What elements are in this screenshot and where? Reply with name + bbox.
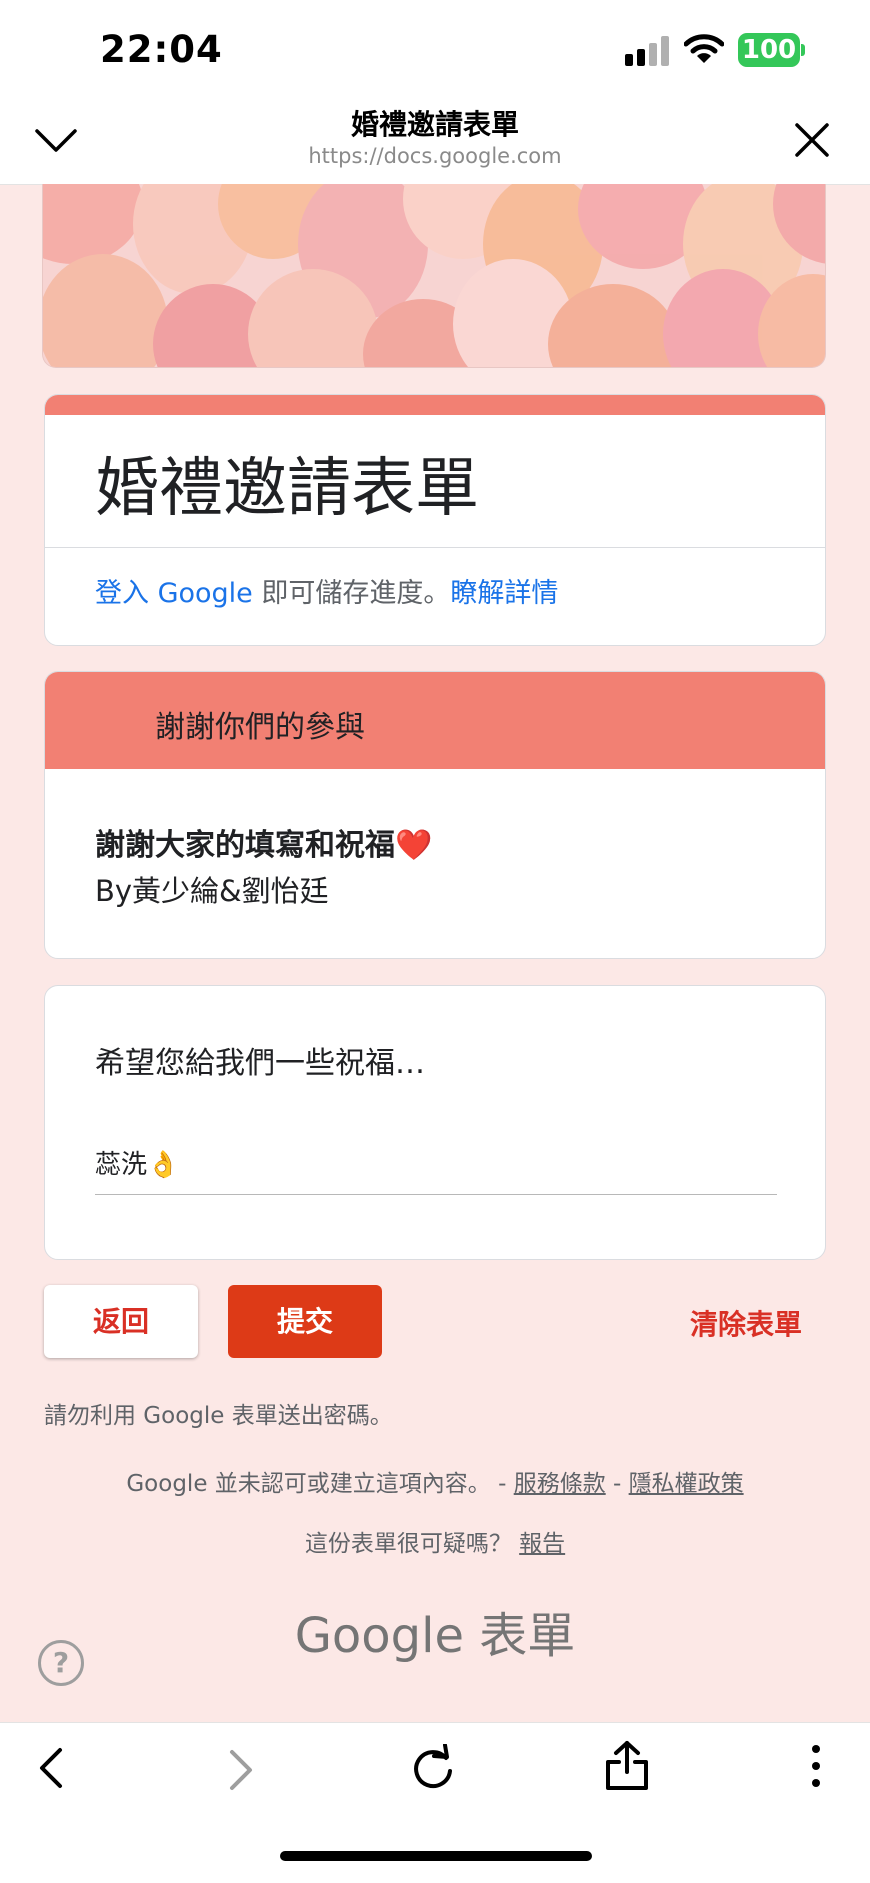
help-icon[interactable]: ? <box>38 1640 84 1686</box>
page-title: 婚禮邀請表單 <box>350 108 519 141</box>
status-time: 22:04 <box>100 28 223 71</box>
back-button[interactable]: 返回 <box>44 1285 198 1358</box>
forward-arrow-icon[interactable] <box>228 1748 256 1792</box>
battery-cap <box>801 44 805 56</box>
page-url: https://docs.google.com <box>308 144 562 168</box>
signin-text: 即可儲存進度。 <box>252 578 451 609</box>
section-description-line1: 謝謝大家的填寫和祝福❤️ <box>95 828 433 863</box>
signin-prompt: 登入 Google 即可儲存進度。瞭解詳情 <box>95 571 558 610</box>
question-label: 希望您給我們一些祝福… <box>95 1046 425 1081</box>
reload-icon[interactable] <box>410 1744 456 1790</box>
header-banner-image <box>42 184 826 368</box>
close-icon[interactable] <box>794 122 830 158</box>
title-accent-bar <box>45 395 825 415</box>
learn-more-link[interactable]: 瞭解詳情 <box>450 578 558 609</box>
submit-button[interactable]: 提交 <box>228 1285 382 1358</box>
home-indicator <box>280 1851 592 1861</box>
password-warning: 請勿利用 Google 表單送出密碼。 <box>44 1403 393 1429</box>
disclaimer-text: Google 並未認可或建立這項內容。 - <box>126 1471 514 1497</box>
clear-form-button[interactable]: 清除表單 <box>690 1303 802 1343</box>
terms-link[interactable]: 服務條款 <box>514 1471 606 1497</box>
privacy-link[interactable]: 隱私權政策 <box>629 1471 744 1497</box>
section-card: 謝謝你們的參與 謝謝大家的填寫和祝福❤️ By黃少綸&劉怡廷 <box>44 671 826 959</box>
google-forms-logo[interactable]: Google 表單 <box>0 1596 870 1666</box>
question-card: 希望您給我們一些祝福… 蕊洗👌 <box>44 985 826 1260</box>
share-icon[interactable] <box>604 1740 650 1792</box>
wifi-icon <box>684 34 724 63</box>
report-link[interactable]: 報告 <box>519 1531 565 1557</box>
back-arrow-icon[interactable] <box>36 1746 64 1790</box>
signal-icon <box>625 36 669 66</box>
divider <box>45 547 825 548</box>
section-title: 謝謝你們的參與 <box>155 710 365 745</box>
suspicious-text: 這份表單很可疑嗎？ <box>304 1531 520 1557</box>
answer-input[interactable]: 蕊洗👌 <box>95 1144 179 1181</box>
disclaimer: Google 並未認可或建立這項內容。 - 服務條款 - 隱私權政策 <box>0 1464 870 1498</box>
form-title: 婚禮邀請表單 <box>95 452 479 526</box>
section-description-line2: By黃少綸&劉怡廷 <box>95 874 329 908</box>
form-title-card: 婚禮邀請表單 登入 Google 即可儲存進度。瞭解詳情 <box>44 394 826 646</box>
section-header: 謝謝你們的參與 <box>45 672 825 769</box>
answer-underline <box>95 1194 777 1195</box>
separator: - <box>605 1471 629 1497</box>
more-vert-icon[interactable] <box>810 1744 822 1788</box>
suspicious-form-line: 這份表單很可疑嗎？ 報告 <box>0 1524 870 1558</box>
battery-icon: 100 <box>738 33 800 67</box>
signin-link[interactable]: 登入 Google <box>95 578 253 609</box>
